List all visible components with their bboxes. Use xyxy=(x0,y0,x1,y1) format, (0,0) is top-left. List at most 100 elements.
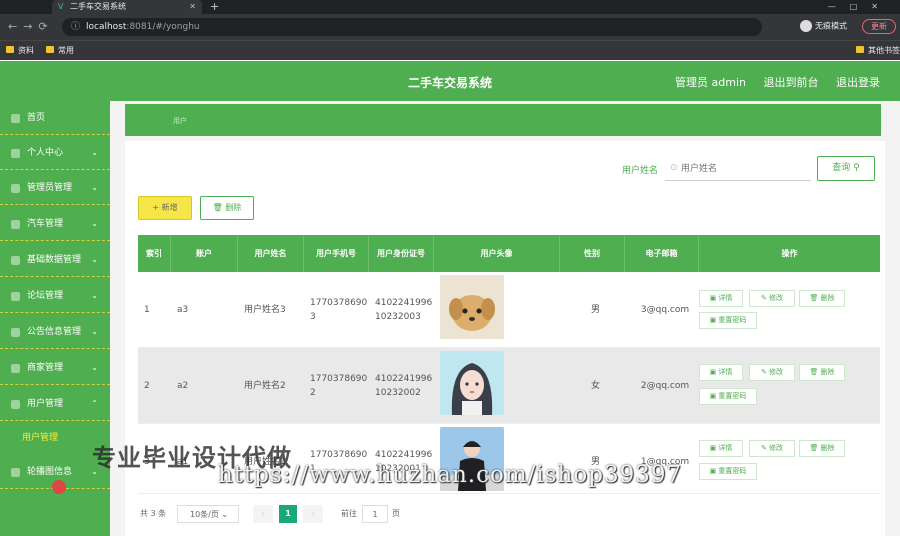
edit-button[interactable]: ✎ 修改 xyxy=(749,290,795,307)
sidebar-item-merchant[interactable]: 商家管理 ⌄ xyxy=(0,351,110,385)
column-header: 操作 xyxy=(781,248,798,258)
bookmark-folder[interactable]: 资料 xyxy=(6,45,34,56)
url-field[interactable]: ⓘ localhost:8081/#/yonghu xyxy=(62,18,762,36)
add-button[interactable]: + 新增 xyxy=(138,196,192,220)
query-button[interactable]: 查询 ⚲ xyxy=(817,156,875,181)
update-button[interactable]: 更新 xyxy=(862,19,896,34)
nav-buttons[interactable]: ←→⟳ xyxy=(8,20,54,33)
edit-icon: ✎ xyxy=(760,368,767,376)
folder-icon xyxy=(856,46,864,53)
detail-button[interactable]: ▣ 详情 xyxy=(699,290,743,307)
cell-index: 2 xyxy=(144,381,150,391)
back-to-front-link[interactable]: 退出到前台 xyxy=(764,76,819,89)
profile-avatar-icon xyxy=(800,20,812,32)
logout-link[interactable]: 退出登录 xyxy=(836,76,880,89)
reset-icon: ▣ xyxy=(709,392,717,400)
total-count: 共 3 条 xyxy=(140,509,167,518)
sidebar-item-home[interactable]: 首页 xyxy=(0,101,110,135)
reset-password-button[interactable]: ▣ 重置密码 xyxy=(699,463,757,480)
car-icon xyxy=(11,220,20,229)
new-tab-icon[interactable]: + xyxy=(210,0,219,14)
browser-tab[interactable]: V 二手车交易系统 ✕ xyxy=(52,0,202,14)
sidebar-item-notice[interactable]: 公告信息管理 ⌄ xyxy=(0,315,110,349)
goto-prefix: 前往 xyxy=(341,509,357,518)
cell-account: a3 xyxy=(177,305,189,315)
prev-page-button[interactable]: ‹ xyxy=(253,505,273,523)
column-header: 用户手机号 xyxy=(304,235,369,272)
cell-name: 用户姓名2 xyxy=(244,381,286,391)
goto-page-input[interactable]: 1 xyxy=(362,505,388,523)
cell-id-card: 410224199610232003 xyxy=(375,298,433,322)
detail-button[interactable]: ▣ 详情 xyxy=(699,364,743,381)
page-number-current[interactable]: 1 xyxy=(279,505,297,523)
sidebar-item-basic-data[interactable]: 基础数据管理 ⌄ xyxy=(0,243,110,277)
other-bookmarks[interactable]: 其他书签 xyxy=(856,45,900,56)
profile-button[interactable]: 无痕模式 xyxy=(800,20,847,32)
table-row: 2 a2 用户姓名2 17703786902 41022419961023200… xyxy=(138,348,880,424)
edit-button[interactable]: ✎ 修改 xyxy=(749,364,795,381)
window-controls[interactable]: —□✕ xyxy=(828,0,892,14)
table-header: 索引 账户 用户姓名 用户手机号 用户身份证号 用户头像 性别 电子邮箱 操作 xyxy=(138,235,880,272)
chevron-down-icon: ⌄ xyxy=(221,510,229,519)
browser-tab-title: 二手车交易系统 xyxy=(70,2,126,11)
cell-phone: 17703786902 xyxy=(310,374,368,398)
sidebar-item-profile[interactable]: 个人中心 ⌄ xyxy=(0,136,110,170)
search-input[interactable] xyxy=(665,157,811,181)
row-delete-button[interactable]: 🗑 删除 xyxy=(799,440,845,457)
row-delete-button[interactable]: 🗑 删除 xyxy=(799,290,845,307)
detail-button[interactable]: ▣ 详情 xyxy=(699,440,743,457)
edit-icon: ✎ xyxy=(760,294,767,302)
search-input-icon: ⊙ xyxy=(670,163,678,173)
column-header: 性别 xyxy=(560,235,625,272)
chevron-up-icon: ⌃ xyxy=(91,399,98,408)
cell-gender: 女 xyxy=(590,381,600,391)
reset-password-button[interactable]: ▣ 重置密码 xyxy=(699,312,757,329)
vue-logo-icon: V xyxy=(58,2,64,11)
row-actions: ▣ 详情 ✎ 修改 🗑 删除 ▣ 重置密码 xyxy=(699,272,880,348)
sidebar-item-forum[interactable]: 论坛管理 ⌄ xyxy=(0,279,110,313)
column-header: 用户身份证号 xyxy=(369,235,434,272)
detail-icon: ▣ xyxy=(709,368,717,376)
row-delete-button[interactable]: 🗑 删除 xyxy=(799,364,845,381)
cell-gender: 男 xyxy=(590,305,600,315)
sidebar-item-cars[interactable]: 汽车管理 ⌄ xyxy=(0,207,110,241)
page-size-select[interactable]: 10条/页 ⌄ xyxy=(177,505,239,523)
browser-tab-bar: V 二手车交易系统 ✕ + —□✕ xyxy=(0,0,900,14)
trash-icon: 🗑 xyxy=(809,368,819,376)
sidebar-item-admin[interactable]: 管理员管理 ⌄ xyxy=(0,171,110,205)
profile-label: 无痕模式 xyxy=(815,21,847,31)
reset-password-button[interactable]: ▣ 重置密码 xyxy=(699,388,757,405)
bookmarks-bar: 资料 常用 其他书签 xyxy=(0,40,900,60)
bookmark-folder[interactable]: 常用 xyxy=(46,45,74,56)
detail-icon: ▣ xyxy=(709,294,717,302)
users-icon xyxy=(11,400,20,409)
chevron-down-icon: ⌄ xyxy=(91,327,98,336)
address-bar-row: ←→⟳ ⓘ localhost:8081/#/yonghu xyxy=(0,14,900,40)
sidebar-item-users[interactable]: 用户管理 ⌃ xyxy=(0,387,110,421)
breadcrumb[interactable]: 用户 xyxy=(173,116,187,126)
table-row: 1 a3 用户姓名3 17703786903 41022419961023200… xyxy=(138,272,880,348)
home-icon xyxy=(11,114,20,123)
notice-icon xyxy=(11,328,20,337)
chevron-down-icon: ⌄ xyxy=(91,363,98,372)
edit-button[interactable]: ✎ 修改 xyxy=(749,440,795,457)
url-path: :8081/#/yonghu xyxy=(126,22,200,32)
cell-email: 3@qq.com xyxy=(640,305,690,315)
folder-icon xyxy=(6,46,14,53)
watermark-url: https://www.huzhan.com/ishop39397 xyxy=(218,462,683,488)
shop-icon xyxy=(11,364,20,373)
admin-user-label: 管理员 admin xyxy=(675,76,746,89)
goto-suffix: 页 xyxy=(392,509,400,518)
user-icon xyxy=(11,149,20,158)
chevron-down-icon: ⌄ xyxy=(91,183,98,192)
close-tab-icon[interactable]: ✕ xyxy=(189,0,196,14)
delete-button[interactable]: 🗑 删除 xyxy=(200,196,254,220)
folder-icon xyxy=(46,46,54,53)
trash-icon: 🗑 xyxy=(212,203,223,212)
chevron-down-icon: ⌄ xyxy=(91,291,98,300)
trash-icon: 🗑 xyxy=(809,294,819,302)
mouse-cursor-indicator xyxy=(52,480,66,494)
image-icon xyxy=(11,468,20,477)
next-page-button[interactable]: › xyxy=(303,505,323,523)
chevron-down-icon: ⌄ xyxy=(91,255,98,264)
